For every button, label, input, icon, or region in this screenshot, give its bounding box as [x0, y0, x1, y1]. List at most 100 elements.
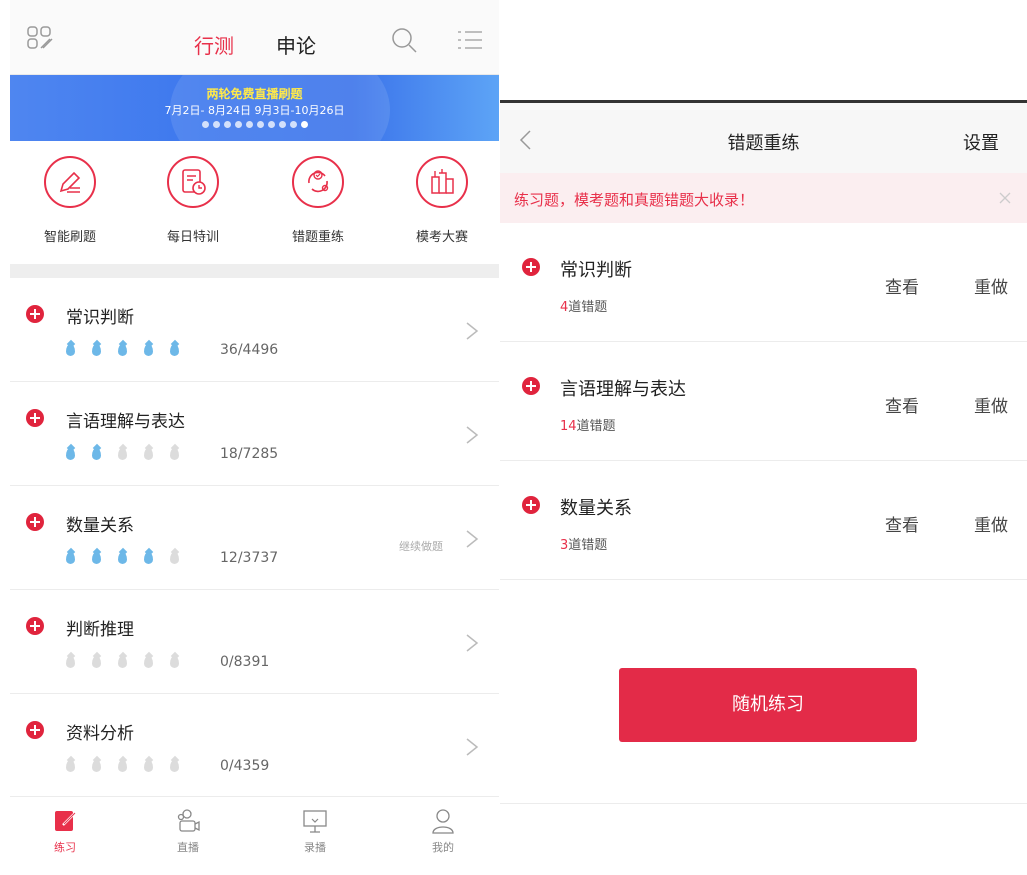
- category-row[interactable]: 判断推理 0/8391: [10, 590, 499, 694]
- category-name: 数量关系: [560, 498, 632, 519]
- mistake-count-suffix: 道错题: [568, 300, 608, 315]
- view-button[interactable]: 查看: [885, 392, 919, 417]
- chevron-right-icon[interactable]: [465, 321, 479, 341]
- nav-label: 练习: [54, 841, 76, 854]
- carousel-dot[interactable]: [289, 121, 297, 128]
- expand-plus-icon[interactable]: [522, 258, 540, 276]
- water-drop-icon: [118, 552, 127, 564]
- expand-plus-icon[interactable]: [26, 721, 44, 739]
- category-name: 数量关系: [66, 516, 134, 536]
- carousel-dot[interactable]: [300, 121, 308, 128]
- nav-practice[interactable]: 练习: [25, 807, 105, 855]
- mistake-row[interactable]: 数量关系 3道错题 查看 重做: [500, 461, 1027, 580]
- carousel-dot[interactable]: [201, 121, 209, 128]
- water-drop-icon: [118, 656, 127, 668]
- close-icon[interactable]: [998, 191, 1012, 205]
- mistake-count: 4道错题: [560, 296, 607, 315]
- quick-label: 错题重练: [291, 230, 344, 245]
- carousel-dots: [10, 121, 499, 128]
- water-drop-icon: [118, 760, 127, 772]
- continue-link[interactable]: 继续做题: [399, 538, 443, 554]
- redo-button[interactable]: 重做: [974, 511, 1008, 536]
- difficulty-drops: [66, 344, 196, 356]
- carousel-dot[interactable]: [245, 121, 253, 128]
- carousel-dot[interactable]: [223, 121, 231, 128]
- expand-plus-icon[interactable]: [522, 496, 540, 514]
- quick-mistake-redo[interactable]: 错题重练: [268, 156, 368, 245]
- banner-dates: 7月2日- 8月24日 9月3日-10月26日: [164, 104, 345, 117]
- nav-header: 错题重练 设置: [500, 103, 1027, 173]
- mistake-count-suffix: 道错题: [576, 419, 616, 434]
- category-row[interactable]: 数量关系 12/3737 继续做题: [10, 486, 499, 590]
- chevron-right-icon[interactable]: [465, 737, 479, 757]
- water-drop-icon: [66, 448, 75, 460]
- notice-text: 练习题，模考题和真题错题大收录！: [514, 191, 755, 209]
- random-practice-button[interactable]: 随机练习: [619, 668, 917, 742]
- difficulty-drops: [66, 760, 196, 772]
- pen-icon: [44, 156, 96, 208]
- quick-actions: 智能刷题 每日特训 错题重练 模考大赛: [10, 142, 499, 264]
- carousel-dot[interactable]: [212, 121, 220, 128]
- mistake-count-suffix: 道错题: [568, 538, 608, 553]
- nav-profile[interactable]: 我的: [403, 807, 483, 855]
- top-bar: 行测 申论: [10, 0, 499, 75]
- search-icon[interactable]: [390, 26, 418, 54]
- mistake-count: 3道错题: [560, 534, 607, 553]
- apps-icon[interactable]: [26, 24, 56, 52]
- category-row[interactable]: 言语理解与表达 18/7285: [10, 382, 499, 486]
- section-divider: [10, 264, 499, 278]
- carousel-dot[interactable]: [234, 121, 242, 128]
- chevron-right-icon[interactable]: [465, 529, 479, 549]
- category-row[interactable]: 常识判断 36/4496: [10, 278, 499, 382]
- settings-button[interactable]: 设置: [963, 129, 999, 155]
- chevron-right-icon[interactable]: [465, 425, 479, 445]
- water-drop-icon: [66, 344, 75, 356]
- carousel-dot[interactable]: [278, 121, 286, 128]
- progress-count: 18/7285: [220, 446, 279, 462]
- category-row[interactable]: 资料分析 0/4359: [10, 694, 499, 798]
- water-drop-icon: [144, 448, 153, 460]
- promo-banner[interactable]: 两轮免费直播刷题 7月2日- 8月24日 9月3日-10月26日: [10, 75, 499, 141]
- mistake-count: 14道错题: [560, 415, 616, 434]
- mistake-count-number: 14: [560, 419, 577, 434]
- expand-plus-icon[interactable]: [26, 513, 44, 531]
- redo-button[interactable]: 重做: [974, 273, 1008, 298]
- quick-label: 模考大赛: [415, 230, 468, 245]
- water-drop-icon: [118, 448, 127, 460]
- quick-smart-practice[interactable]: 智能刷题: [20, 156, 120, 245]
- calendar-clock-icon: [167, 156, 219, 208]
- water-drop-icon: [144, 552, 153, 564]
- mistake-list: 常识判断 4道错题 查看 重做 言语理解与表达 14道错题 查看 重做 数量关系…: [500, 223, 1027, 580]
- category-list: 常识判断 36/4496 言语理解与表达 18/7285 数量关系 12/373…: [10, 278, 499, 798]
- tab-xingce[interactable]: 行测: [194, 30, 234, 59]
- expand-plus-icon[interactable]: [522, 377, 540, 395]
- view-button[interactable]: 查看: [885, 511, 919, 536]
- water-drop-icon: [92, 344, 101, 356]
- chevron-right-icon[interactable]: [465, 633, 479, 653]
- mistake-row[interactable]: 常识判断 4道错题 查看 重做: [500, 223, 1027, 342]
- difficulty-drops: [66, 656, 196, 668]
- water-drop-icon: [170, 344, 179, 356]
- category-name: 判断推理: [66, 620, 134, 640]
- refresh-cycle-icon: [292, 156, 344, 208]
- view-button[interactable]: 查看: [885, 273, 919, 298]
- carousel-dot[interactable]: [256, 121, 264, 128]
- carousel-dot[interactable]: [267, 121, 275, 128]
- divider: [500, 803, 1027, 804]
- nav-live[interactable]: 直播: [148, 807, 228, 855]
- expand-plus-icon[interactable]: [26, 617, 44, 635]
- water-drop-icon: [144, 760, 153, 772]
- difficulty-drops: [66, 448, 196, 460]
- list-menu-icon[interactable]: [456, 28, 484, 52]
- redo-button[interactable]: 重做: [974, 392, 1008, 417]
- quick-daily-training[interactable]: 每日特训: [143, 156, 243, 245]
- expand-plus-icon[interactable]: [26, 409, 44, 427]
- category-name: 言语理解与表达: [560, 379, 686, 400]
- expand-plus-icon[interactable]: [26, 305, 44, 323]
- tab-shenlun[interactable]: 申论: [276, 30, 316, 59]
- quick-mock-exam[interactable]: 模考大赛: [392, 156, 492, 245]
- mistake-row[interactable]: 言语理解与表达 14道错题 查看 重做: [500, 342, 1027, 461]
- category-name: 资料分析: [66, 724, 134, 744]
- category-name: 常识判断: [560, 260, 632, 281]
- nav-recorded[interactable]: 录播: [275, 807, 355, 855]
